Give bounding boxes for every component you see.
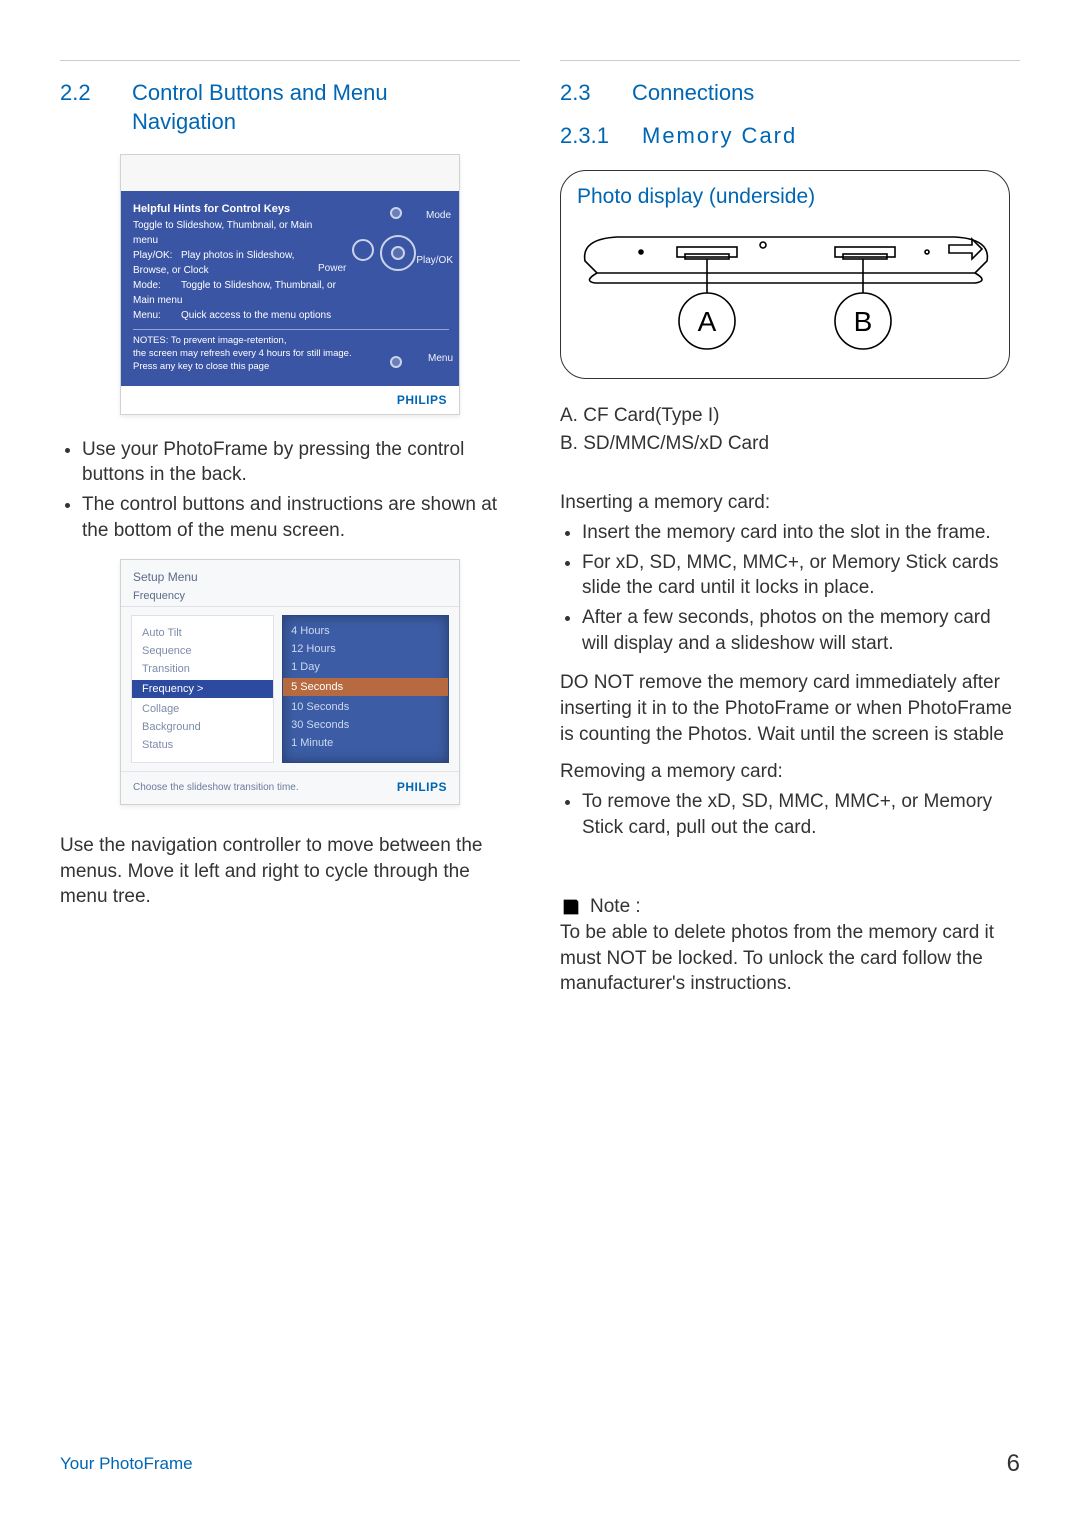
philips-logo: PHILIPS bbox=[397, 780, 447, 794]
svg-text:A: A bbox=[698, 306, 717, 337]
section-number: 2.2 bbox=[60, 79, 106, 136]
section-heading-2-3: 2.3 Connections bbox=[560, 79, 1020, 108]
list-item: To remove the xD, SD, MMC, MMC+, or Memo… bbox=[582, 789, 1020, 840]
list-b-text: B. SD/MMC/MS/xD Card bbox=[560, 431, 1020, 457]
menu-label: Menu bbox=[428, 351, 453, 366]
bullets-control: Use your PhotoFrame by pressing the cont… bbox=[60, 437, 520, 544]
right-column: 2.3 Connections 2.3.1 Memory Card Photo … bbox=[560, 60, 1020, 1009]
play-label: Play/OK bbox=[416, 253, 453, 268]
control-diagram: Mode Play/OK Menu Power bbox=[348, 199, 453, 393]
philips-logo: PHILIPS bbox=[397, 393, 447, 407]
section-title: Control Buttons and Menu Navigation bbox=[132, 79, 432, 136]
list-item: Use your PhotoFrame by pressing the cont… bbox=[82, 437, 520, 488]
ss2-right-list: 4 Hours 12 Hours 1 Day 5 Seconds 10 Seco… bbox=[282, 615, 449, 763]
screenshot-setup-menu: Setup Menu Frequency Auto Tilt Sequence … bbox=[120, 559, 460, 805]
left-column: 2.2 Control Buttons and Menu Navigation … bbox=[60, 60, 520, 1009]
menu-dot-icon bbox=[390, 356, 402, 368]
screenshot-control-keys: Helpful Hints for Control Keys Toggle to… bbox=[120, 154, 460, 414]
note-icon bbox=[560, 896, 582, 918]
page-footer: Your PhotoFrame 6 bbox=[60, 1450, 1020, 1478]
svg-text:B: B bbox=[854, 306, 873, 337]
list-item: After a few seconds, photos on the memor… bbox=[582, 605, 1020, 656]
play-pad-icon bbox=[380, 235, 416, 271]
section-title: Connections bbox=[632, 79, 754, 108]
mode-label: Mode bbox=[426, 208, 451, 223]
power-button-icon bbox=[352, 239, 374, 261]
list-a-text: A. CF Card(Type I) bbox=[560, 403, 1020, 429]
mode-dot-icon bbox=[390, 207, 402, 219]
page-number: 6 bbox=[1007, 1450, 1020, 1478]
footer-section-name: Your PhotoFrame bbox=[60, 1454, 193, 1474]
underside-diagram: Photo display (underside) bbox=[560, 170, 1010, 379]
remove-bullets: To remove the xD, SD, MMC, MMC+, or Memo… bbox=[560, 789, 1020, 840]
insert-title: Inserting a memory card: bbox=[560, 490, 1020, 516]
section-heading-2-3-1: 2.3.1 Memory Card bbox=[560, 122, 1020, 151]
power-label: Power bbox=[318, 261, 346, 276]
photo-display-underside-icon: A B bbox=[577, 221, 995, 351]
section-number: 2.3 bbox=[560, 79, 606, 108]
list-item: For xD, SD, MMC, MMC+, or Memory Stick c… bbox=[582, 550, 1020, 601]
note-label: Note : bbox=[590, 896, 641, 918]
warning-text: DO NOT remove the memory card immediatel… bbox=[560, 670, 1020, 747]
ss2-left-list: Auto Tilt Sequence Transition Frequency … bbox=[131, 615, 274, 763]
section-title: Memory Card bbox=[642, 122, 797, 151]
list-item: The control buttons and instructions are… bbox=[82, 492, 520, 543]
list-item: Insert the memory card into the slot in … bbox=[582, 520, 1020, 546]
note-text: To be able to delete photos from the mem… bbox=[560, 920, 1020, 997]
section-number: 2.3.1 bbox=[560, 122, 616, 151]
ss2-caption: Choose the slideshow transition time. bbox=[133, 782, 299, 793]
remove-title: Removing a memory card: bbox=[560, 759, 1020, 785]
ss2-title: Setup Menu bbox=[121, 560, 459, 588]
insert-bullets: Insert the memory card into the slot in … bbox=[560, 520, 1020, 656]
diagram-title: Photo display (underside) bbox=[577, 185, 993, 209]
note-block: Note : To be able to delete photos from … bbox=[560, 896, 1020, 997]
ss2-sub: Frequency bbox=[121, 588, 459, 607]
nav-controller-text: Use the navigation controller to move be… bbox=[60, 833, 520, 910]
section-heading-2-2: 2.2 Control Buttons and Menu Navigation bbox=[60, 79, 520, 136]
